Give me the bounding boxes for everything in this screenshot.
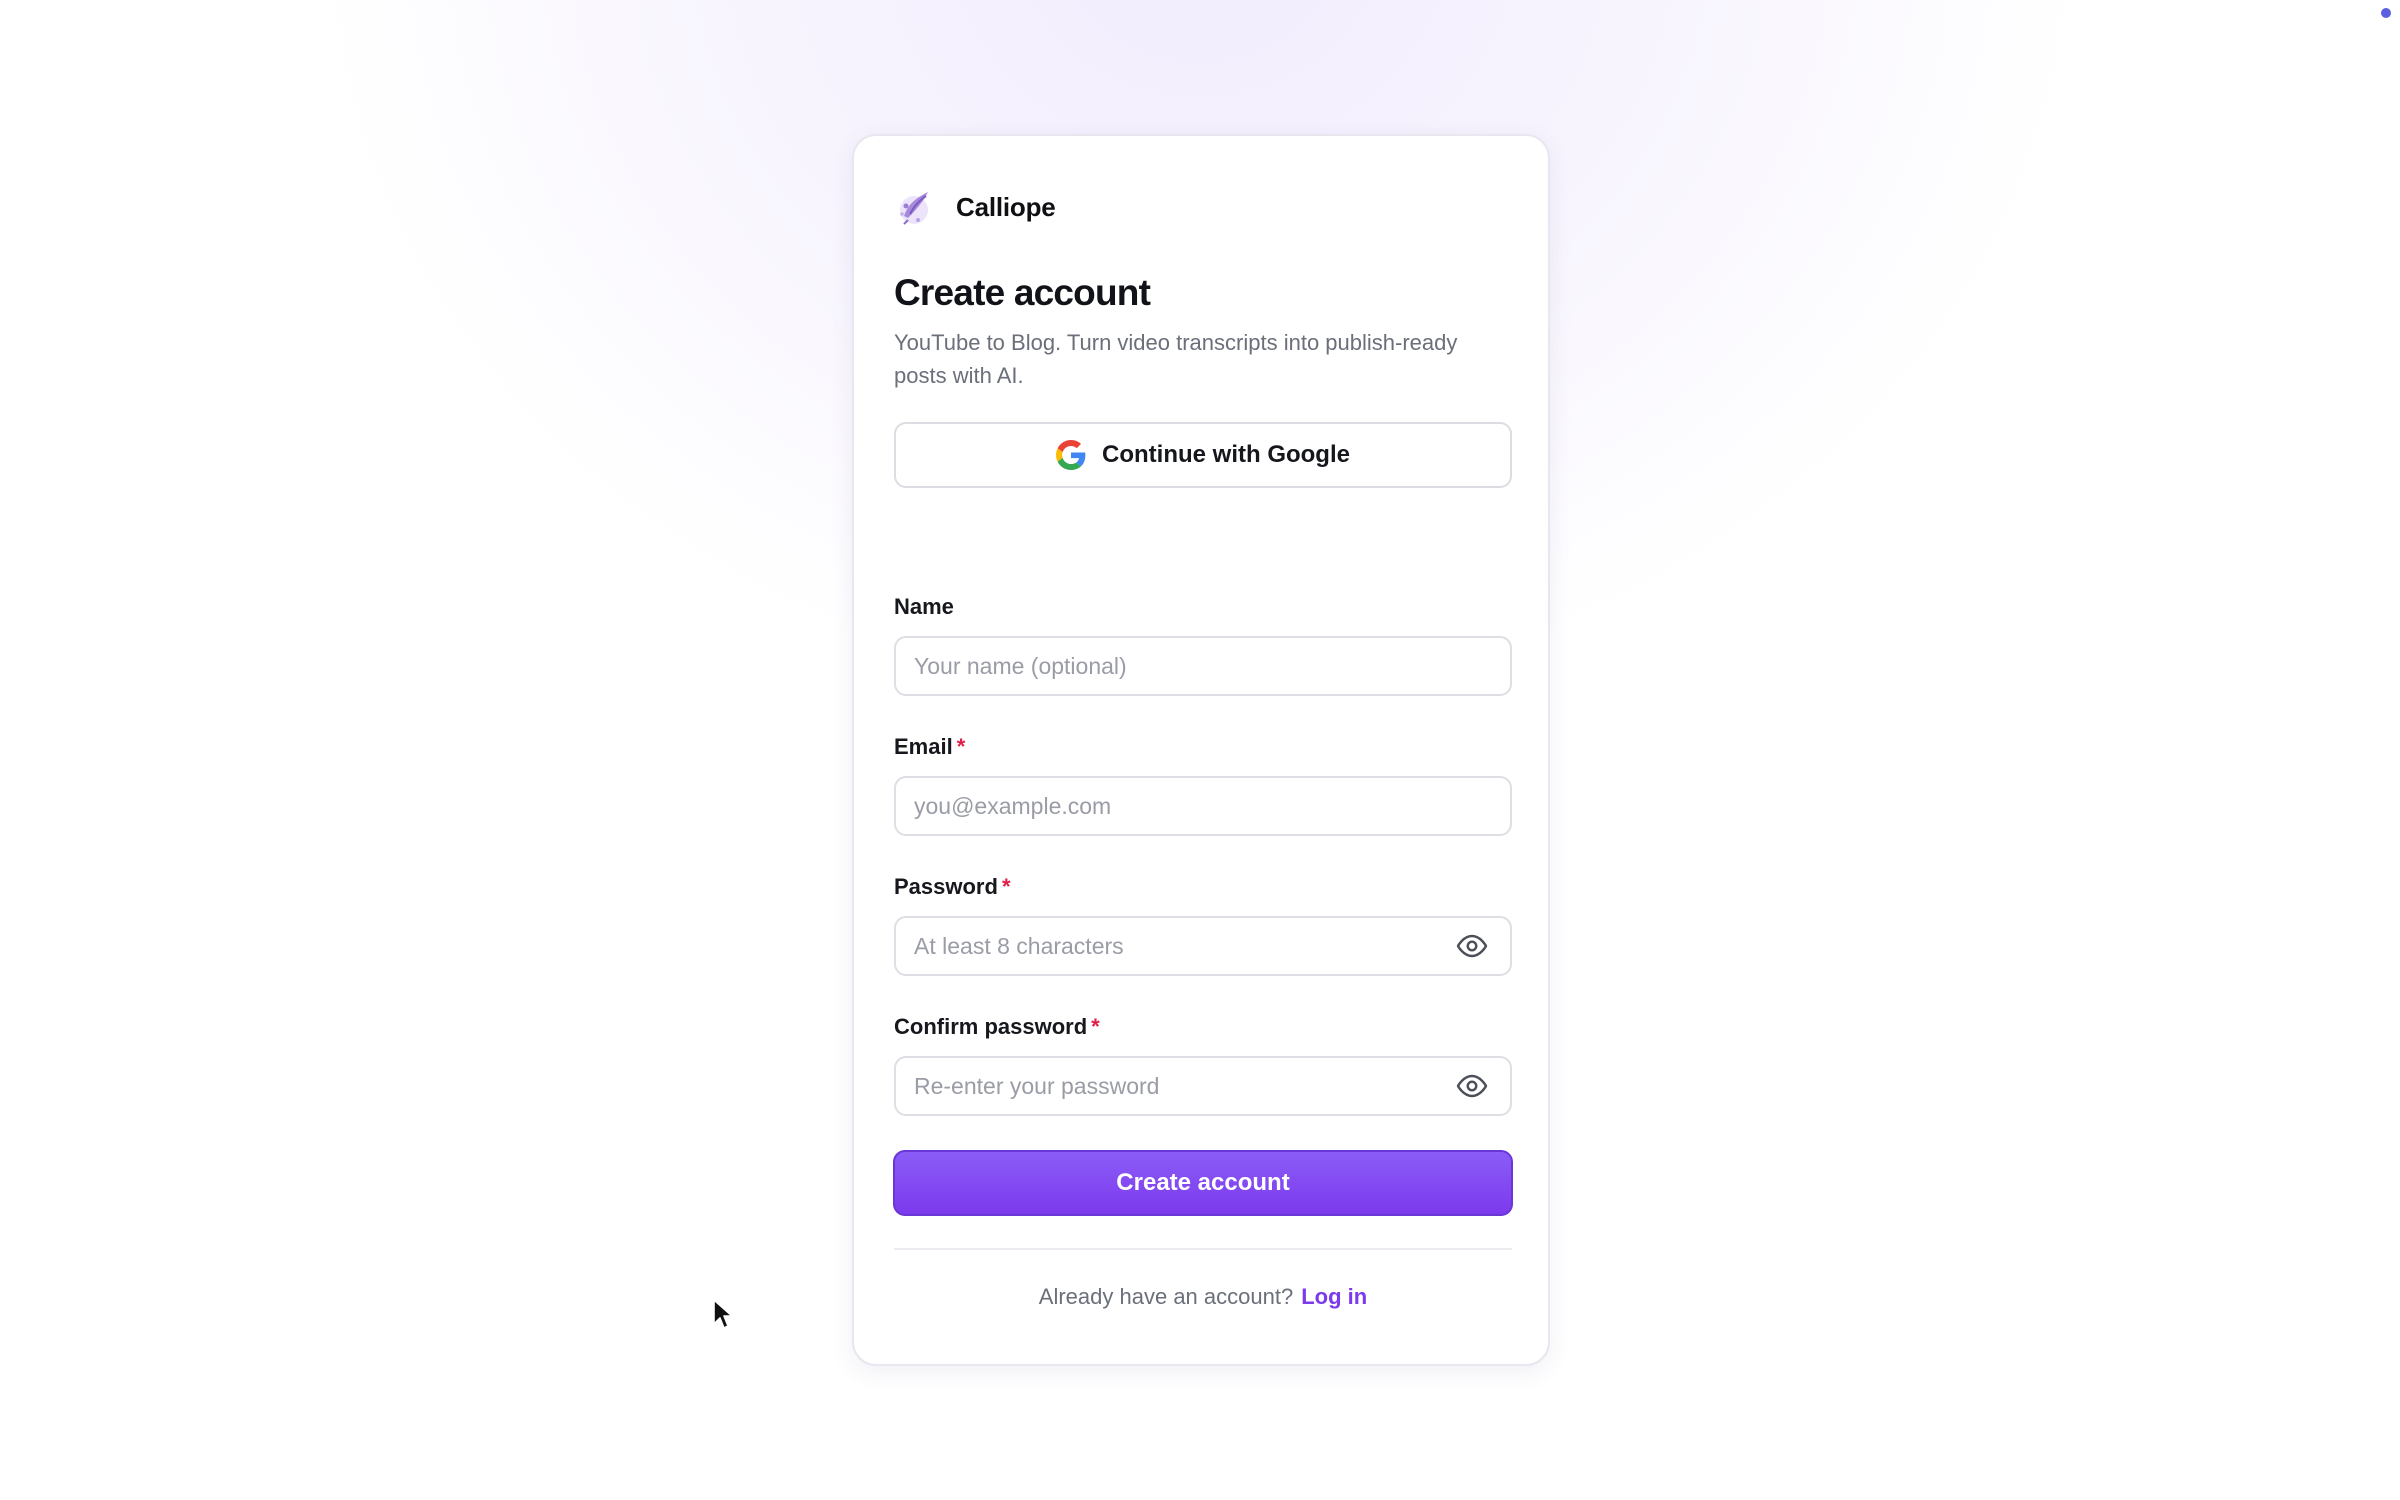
name-label-text: Name	[894, 594, 954, 619]
confirm-password-label: Confirm password *	[894, 1014, 1100, 1040]
show-confirm-password-eye-icon[interactable]	[1456, 1070, 1488, 1102]
footer-separator	[894, 1248, 1512, 1250]
signup-card: Calliope Create account YouTube to Blog.…	[852, 134, 1550, 1366]
mouse-cursor-icon	[713, 1299, 733, 1329]
name-input[interactable]	[894, 636, 1512, 696]
continue-with-google-button[interactable]: Continue with Google	[894, 422, 1512, 488]
page-title: Create account	[894, 272, 1151, 313]
email-label-text: Email	[894, 734, 953, 759]
google-icon	[1056, 440, 1086, 470]
continue-with-google-label: Continue with Google	[1102, 441, 1350, 468]
required-marker: *	[956, 734, 966, 759]
create-account-button[interactable]: Create account	[893, 1150, 1513, 1216]
confirm-password-input[interactable]	[894, 1056, 1512, 1116]
confirm-password-label-text: Confirm password	[894, 1014, 1088, 1039]
log-in-link[interactable]: Log in	[1301, 1284, 1367, 1309]
show-password-eye-icon[interactable]	[1456, 930, 1488, 962]
login-prompt-text: Already have an account?	[1038, 1284, 1294, 1309]
login-prompt: Already have an account? Log in	[854, 1284, 1552, 1310]
page-subtitle: YouTube to Blog. Turn video transcripts …	[894, 330, 1458, 388]
password-label: Password *	[894, 874, 1011, 900]
password-label-text: Password	[894, 874, 998, 899]
password-input[interactable]	[894, 916, 1512, 976]
email-label: Email *	[894, 734, 965, 760]
required-marker: *	[1091, 1014, 1100, 1039]
email-input[interactable]	[894, 776, 1512, 836]
name-label: Name	[894, 594, 954, 620]
required-marker: *	[1001, 874, 1011, 899]
brand-name: Calliope	[956, 191, 1056, 222]
calliope-logo-icon	[900, 192, 928, 225]
status-indicator-dot	[2381, 8, 2391, 18]
brand: Calliope	[894, 186, 1056, 228]
